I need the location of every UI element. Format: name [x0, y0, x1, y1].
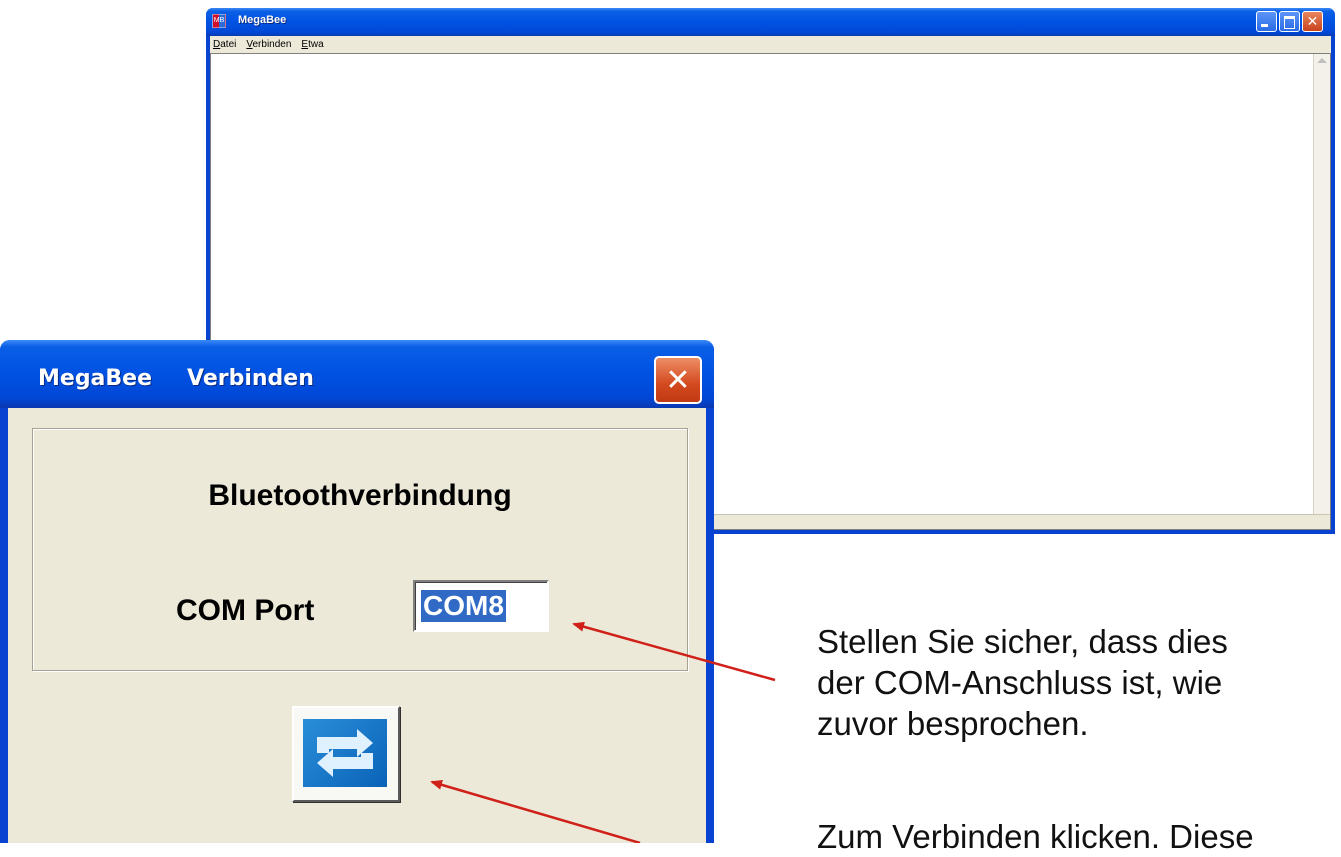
note-line: Stellen Sie sicher, dass dies	[817, 623, 1228, 660]
note-line: zuvor besprochen.	[817, 705, 1089, 742]
note-line: der COM-Anschluss ist, wie	[817, 664, 1223, 701]
note-connect: Zum Verbinden klicken. Diese	[817, 816, 1254, 857]
note-line: Zum Verbinden klicken. Diese	[817, 818, 1254, 855]
arrow-to-connect-button	[430, 780, 641, 843]
arrow-to-com-port	[572, 621, 776, 682]
note-com-port: Stellen Sie sicher, dass dies der COM-An…	[817, 621, 1228, 744]
